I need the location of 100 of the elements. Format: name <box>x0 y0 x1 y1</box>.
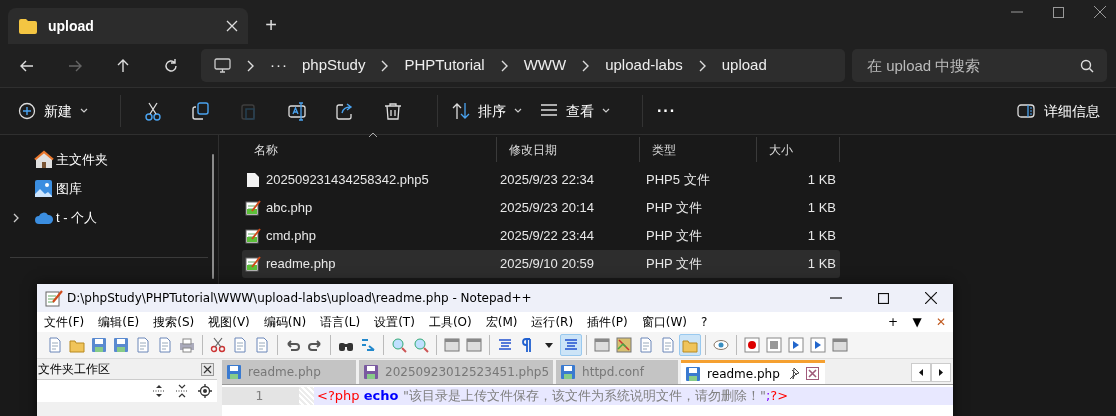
maximize-icon[interactable] <box>1053 6 1064 18</box>
file-row[interactable]: 202509231434258342.php5 2025/9/23 22:34 PHP5 文件 1 KB <box>242 166 840 194</box>
breadcrumb-item[interactable]: WWW <box>523 54 567 77</box>
maximize-icon[interactable] <box>878 292 889 304</box>
file-row[interactable]: abc.php 2025/9/23 20:14 PHP 文件 1 KB <box>242 194 840 222</box>
close-icon[interactable] <box>1094 6 1106 18</box>
menu-item[interactable]: 工具(O) <box>428 313 472 331</box>
chevron-icon <box>499 59 509 72</box>
file-row[interactable]: cmd.php 2025/9/22 23:44 PHP 文件 1 KB <box>242 222 840 250</box>
breadcrumb-item[interactable]: upload <box>721 54 767 77</box>
window-icon <box>466 337 482 353</box>
file-name: 202509231434258342.php5 <box>266 171 429 190</box>
file-type: PHP5 文件 <box>645 171 711 190</box>
menu-item[interactable]: 插件(P) <box>587 313 628 331</box>
menu-item[interactable]: 编辑(E) <box>98 313 140 331</box>
collapse-all-icon[interactable] <box>175 384 189 398</box>
plus-circle-icon <box>18 102 36 120</box>
file-type: PHP 文件 <box>645 255 704 274</box>
menu-item[interactable]: ? <box>700 313 708 331</box>
undo-arrow-icon <box>285 337 301 353</box>
menu-item[interactable]: 宏(M) <box>485 313 518 331</box>
caret-icon <box>514 108 522 114</box>
scroll-left-icon[interactable] <box>911 363 931 382</box>
breadcrumb-item[interactable]: upload-labs <box>605 54 683 77</box>
file-row[interactable]: readme.php 2025/9/10 20:59 PHP 文件 1 KB <box>242 250 840 278</box>
window-icon <box>444 337 460 353</box>
file-date: 2025/9/22 23:44 <box>499 227 595 246</box>
sidebar-row[interactable]: 图库 <box>0 174 218 203</box>
magnifier-icon <box>413 337 429 353</box>
menu-button[interactable]: + <box>881 313 905 331</box>
house-icon <box>34 149 54 170</box>
menu-item[interactable]: 语言(L) <box>320 313 361 331</box>
sidebar-row[interactable]: t - 个人 <box>0 203 218 232</box>
menu-item[interactable]: 搜索(S) <box>153 313 195 331</box>
up-icon[interactable] <box>115 57 131 74</box>
file-date: 2025/9/10 20:59 <box>499 255 595 274</box>
document-icon <box>232 337 248 353</box>
sort-caret-icon <box>368 132 378 138</box>
details-button[interactable]: 详细信息 <box>1017 100 1100 122</box>
folder-icon <box>18 17 38 35</box>
redo-arrow-icon <box>307 337 323 353</box>
scroll-right-icon[interactable] <box>931 363 951 382</box>
menu-button[interactable]: ▼ <box>905 313 929 331</box>
notepad-file-icon <box>245 200 261 216</box>
refresh-icon[interactable] <box>163 57 179 74</box>
search-field[interactable]: 在 upload 中搜索 <box>852 49 1107 82</box>
scissors-icon <box>144 101 162 121</box>
menu-item[interactable]: 设置(T) <box>374 313 415 331</box>
column-header[interactable]: 修改日期 <box>497 137 640 162</box>
magnifier-icon <box>391 337 407 353</box>
file-type: PHP 文件 <box>645 227 704 246</box>
menu-item[interactable]: 视图(V) <box>208 313 250 331</box>
editor-tab[interactable]: readme.php <box>681 360 825 384</box>
locate-icon[interactable] <box>198 384 212 398</box>
address-bar[interactable]: ··· phpStudy PHPTutorial WWW upload-labs upload <box>201 49 845 82</box>
blank-file-icon <box>245 172 261 188</box>
share-icon <box>336 101 354 121</box>
file-size: 1 KB <box>806 227 837 246</box>
text-lines-icon <box>563 337 579 353</box>
breadcrumb-overflow[interactable]: ··· <box>270 54 288 77</box>
computer-icon <box>214 58 231 73</box>
chevron-icon <box>697 59 707 72</box>
tab-title: upload <box>48 16 95 36</box>
column-header[interactable]: 类型 <box>640 137 757 162</box>
play-icon <box>788 337 804 353</box>
column-header[interactable]: 大小 <box>757 137 840 162</box>
menu-button[interactable]: ✕ <box>929 313 953 331</box>
caret-icon <box>80 108 88 114</box>
column-header[interactable]: 名称 <box>242 137 497 162</box>
window-tab[interactable]: upload <box>8 8 248 44</box>
sidebar-label: 主文件夹 <box>56 150 108 169</box>
expand-all-icon[interactable] <box>152 384 166 398</box>
menu-item[interactable]: 运行(R) <box>531 313 574 331</box>
expand-chevron-icon[interactable] <box>13 212 19 223</box>
trash-icon <box>384 101 402 121</box>
chevron-icon <box>581 59 591 72</box>
menu-item[interactable]: 窗口(W) <box>641 313 687 331</box>
menu-item[interactable]: 文件(F) <box>44 313 85 331</box>
breadcrumb-item[interactable]: PHPTutorial <box>404 54 485 77</box>
sidebar-row[interactable]: 主文件夹 <box>0 145 218 174</box>
caret-icon <box>602 108 610 114</box>
folder-icon <box>682 337 698 353</box>
menu-item[interactable]: 编码(N) <box>263 313 307 331</box>
play-icon <box>810 337 826 353</box>
scrollbar-thumb[interactable] <box>212 154 214 279</box>
eye-icon <box>713 337 729 353</box>
breadcrumb-item[interactable]: phpStudy <box>302 54 366 77</box>
copy-icon <box>192 101 210 121</box>
new-tab-button[interactable]: + <box>258 12 284 38</box>
close-icon[interactable] <box>925 292 937 304</box>
panel-title: 文件夹工作区 <box>38 361 111 378</box>
close-icon[interactable] <box>201 362 214 376</box>
more-button[interactable]: ··· <box>657 99 676 123</box>
document-icon <box>135 337 151 353</box>
sort-button[interactable]: 排序 <box>452 94 522 128</box>
folder-icon <box>69 337 85 353</box>
view-button[interactable]: 查看 <box>540 94 610 128</box>
file-date: 2025/9/23 20:14 <box>499 199 595 218</box>
file-name: cmd.php <box>266 227 316 246</box>
new-button[interactable]: 新建 <box>18 94 88 128</box>
